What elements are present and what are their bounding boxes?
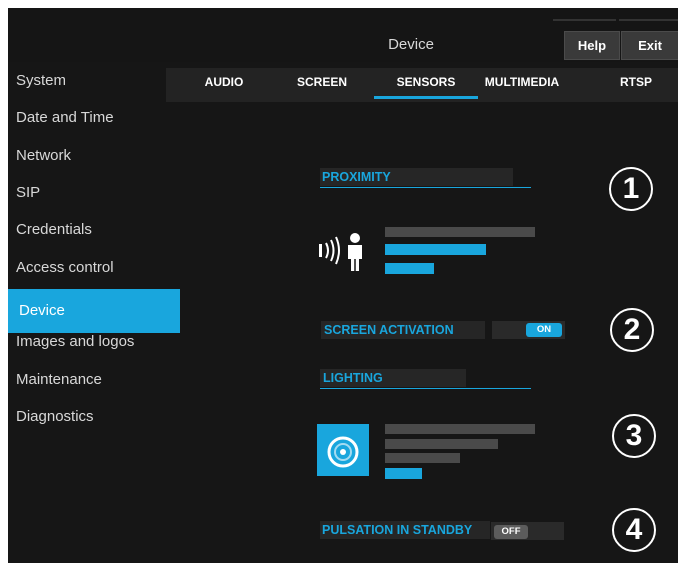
proximity-level-bar[interactable] (385, 263, 434, 274)
sidebar-item-images-and-logos[interactable]: Images and logos (8, 324, 180, 360)
tab-screen[interactable]: SCREEN (288, 68, 356, 96)
sidebar-item-date-and-time[interactable]: Date and Time (8, 100, 180, 136)
pulsation-toggle[interactable]: OFF (494, 525, 528, 539)
active-tab-indicator (374, 96, 478, 99)
proximity-label: PROXIMITY (322, 170, 391, 184)
sidebar-item-system[interactable]: System (8, 63, 180, 99)
callout-number-3: 3 (612, 414, 656, 458)
tab-audio[interactable]: AUDIO (196, 68, 252, 96)
lighting-setting-bar (385, 424, 535, 434)
lighting-divider (320, 388, 531, 389)
help-button[interactable]: Help (564, 31, 620, 60)
lighting-setting-bar (385, 439, 498, 449)
sidebar-item-network[interactable]: Network (8, 138, 180, 174)
proximity-sensor-icon (317, 232, 369, 272)
light-sensor-icon (317, 424, 369, 476)
lighting-level-bar[interactable] (385, 468, 422, 479)
screen-activation-toggle[interactable]: ON (526, 323, 562, 337)
proximity-setting-bar (385, 227, 535, 237)
callout-number-4: 4 (612, 508, 656, 552)
proximity-level-bar[interactable] (385, 244, 486, 255)
pulsation-label: PULSATION IN STANDBY (322, 523, 473, 537)
tab-sensors[interactable]: SENSORS (384, 68, 468, 96)
sidebar-item-credentials[interactable]: Credentials (8, 212, 180, 248)
tab-rtsp[interactable]: RTSP (608, 68, 664, 96)
device-settings-screen: Device Help Exit System Date and Time Ne… (8, 8, 678, 563)
top-divider (553, 19, 616, 21)
callout-number-2: 2 (610, 308, 654, 352)
sidebar-item-diagnostics[interactable]: Diagnostics (8, 399, 180, 435)
exit-button[interactable]: Exit (621, 31, 678, 60)
screen-activation-label: SCREEN ACTIVATION (324, 323, 454, 337)
sidebar-item-access-control[interactable]: Access control (8, 250, 180, 286)
proximity-divider (320, 187, 531, 188)
top-divider (619, 19, 678, 21)
lighting-setting-bar (385, 453, 460, 463)
sidebar-item-maintenance[interactable]: Maintenance (8, 362, 180, 398)
callout-number-1: 1 (609, 167, 653, 211)
tab-multimedia[interactable]: MULTIMEDIA (480, 68, 564, 96)
sidebar-item-sip[interactable]: SIP (8, 175, 180, 211)
lighting-label: LIGHTING (323, 371, 383, 385)
page-title: Device (388, 36, 434, 53)
